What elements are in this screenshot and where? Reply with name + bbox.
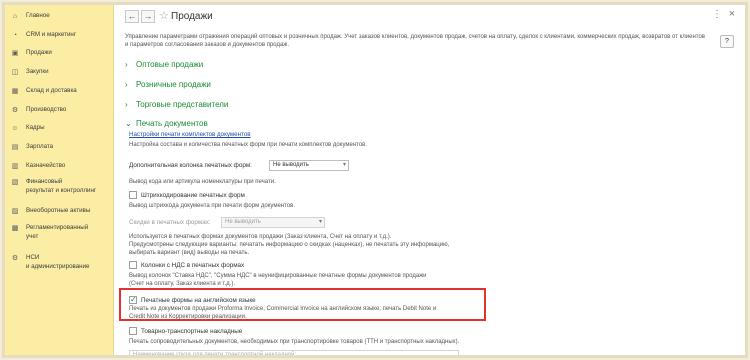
extra-column-label: Дополнительная колонка печатных форм: [129,162,252,169]
section-retail-label: Розничные продажи [136,80,211,89]
vat-label: Колонки с НДС в печатных формах [141,261,245,269]
section-agents[interactable]: › Торговые представители [125,100,228,109]
sidebar-item-label: CRM и маркетинг [26,31,77,38]
people-icon: ☺ [11,124,19,132]
sidebar-item[interactable]: ⌂ Главное [5,11,114,20]
sidebar-item[interactable]: ⚙ Производство [5,105,114,114]
waybill-checkbox[interactable] [129,327,137,335]
section-agents-label: Торговые представители [136,100,229,109]
section-wholesale[interactable]: › Оптовые продажи [125,60,203,69]
titlebar: ← → ☆ Продажи ⋮ × [115,5,745,29]
waybill-hint: Печать сопроводительных документов, необ… [129,339,460,345]
discounts-select[interactable]: Не выводить ▾ [221,217,325,228]
vat-hint: Вывод колонок "Ставка НДС", "Сумма НДС" … [129,273,427,287]
home-icon: ⌂ [12,12,18,20]
english-forms-label: Печатные формы на английском языке [141,296,256,304]
favorite-star-icon[interactable]: ☆ [159,9,169,22]
section-retail[interactable]: › Розничные продажи [125,80,211,89]
page-title: Продажи [171,11,213,22]
chevron-right-icon: › [125,80,128,89]
sidebar-item[interactable]: ▤ Зарплата [5,142,114,151]
page-description: Управление параметрами отражения операци… [125,34,705,48]
forward-button[interactable]: → [141,10,155,23]
barcode-option[interactable]: Штрихкодирование печатных форм [129,191,245,199]
assets-icon: ▨ [11,207,19,215]
chevron-right-icon: › [125,60,128,69]
sidebar-item-label: Зарплата [26,143,54,150]
extra-column-value: Не выводить [273,162,309,168]
salary-icon: ▤ [11,143,19,151]
sidebar-item-label: Финансовый результат и контроллинг [26,178,97,194]
barcode-checkbox[interactable] [129,191,137,199]
sidebar-item-label: Кадры [26,124,45,131]
chart-icon: ▧ [11,178,19,186]
sidebar: ⌂ Главное ◔ CRM и маркетинг ▣ Продажи ◫ Закупки… [5,5,114,355]
print-settings-hint: Настройка состава и количества печатных … [129,142,368,148]
sidebar-item-label: Производство [26,106,67,113]
app-window: ⌂ Главное ◔ CRM и маркетинг ▣ Продажи ◫ Закупки… [2,2,748,358]
chevron-down-icon: ⌄ [125,119,132,128]
waybill-option[interactable]: Товарно-транспортные накладные [129,327,242,335]
english-forms-checkbox[interactable]: ✓ [129,296,137,304]
sidebar-item[interactable]: ▨ Внеоборотные активы [5,206,114,215]
waybill-label: Товарно-транспортные накладные [141,327,243,335]
discounts-value: Не выводить [225,219,261,225]
more-menu-icon[interactable]: ⋮ [712,9,722,20]
extra-column-select[interactable]: Не выводить ▾ [269,160,349,171]
sidebar-item-label: Закупки [26,68,49,75]
main-panel: ← → ☆ Продажи ⋮ × ? Управление параметра… [115,5,745,355]
cart-icon: ◫ [11,68,19,76]
sidebar-item-label: Внеоборотные активы [26,207,91,214]
print-settings-link[interactable]: Настройки печати комплектов документов [129,131,251,138]
section-print[interactable]: ⌄ Печать документов [125,119,208,128]
sidebar-item[interactable]: ◫ Закупки [5,67,114,76]
sidebar-item-label: Склад и доставка [26,87,77,94]
close-icon[interactable]: × [729,8,735,20]
sales-icon: ▣ [11,49,19,57]
crm-icon: ◔ [12,31,18,39]
sidebar-item[interactable]: ▩ Регламентированный учет [5,223,114,241]
ledger-icon: ▩ [11,224,19,232]
vat-checkbox[interactable] [129,261,137,269]
cargo-name-input[interactable]: Наименование груза для печати транспортн… [129,350,459,358]
english-forms-option[interactable]: ✓ Печатные формы на английском языке [129,296,256,304]
sidebar-item-label: Казначейство [26,162,66,169]
sidebar-item[interactable]: ▦ Склад и доставка [5,86,114,95]
discounts-hint: Используется в печатных формах документо… [129,234,450,256]
sidebar-item-label: Регламентированный учет [26,224,89,240]
vat-option[interactable]: Колонки с НДС в печатных формах [129,261,244,269]
sidebar-item[interactable]: ◔ CRM и маркетинг [5,30,114,39]
sidebar-item[interactable]: ▥ Казначейство [5,161,114,170]
section-print-label: Печать документов [136,119,208,128]
english-forms-hint: Печать из документов продажи Proforma In… [129,306,437,320]
back-button[interactable]: ← [125,10,139,23]
dropdown-arrow-icon: ▾ [342,162,346,168]
sidebar-item-label: Продажи [26,49,52,56]
settings-icon: ⚙ [11,254,19,262]
cargo-name-placeholder: Наименование груза для печати транспортн… [133,352,297,358]
sidebar-item[interactable]: ▣ Продажи [5,48,114,57]
help-button[interactable]: ? [720,35,734,48]
warehouse-icon: ▦ [11,87,19,95]
treasury-icon: ▥ [11,162,19,170]
sidebar-item[interactable]: ☺ Кадры [5,123,114,132]
section-wholesale-label: Оптовые продажи [136,60,204,69]
barcode-hint: Вывод штрихкода документа при печати фор… [129,203,295,209]
barcode-label: Штрихкодирование печатных форм [141,191,245,199]
dropdown-arrow-icon: ▾ [318,219,322,225]
sidebar-item-label: НСИ и администрирование [26,254,90,270]
chevron-right-icon: › [125,100,128,109]
sidebar-item-label: Главное [26,12,50,19]
sidebar-item[interactable]: ⚙ НСИ и администрирование [5,253,114,271]
discounts-label: Скидки в печатных формах: [129,219,211,226]
article-hint: Вывод кода или артикула номенклатуры при… [129,179,276,185]
sidebar-item[interactable]: ▧ Финансовый результат и контроллинг [5,177,114,195]
factory-icon: ⚙ [11,106,19,114]
